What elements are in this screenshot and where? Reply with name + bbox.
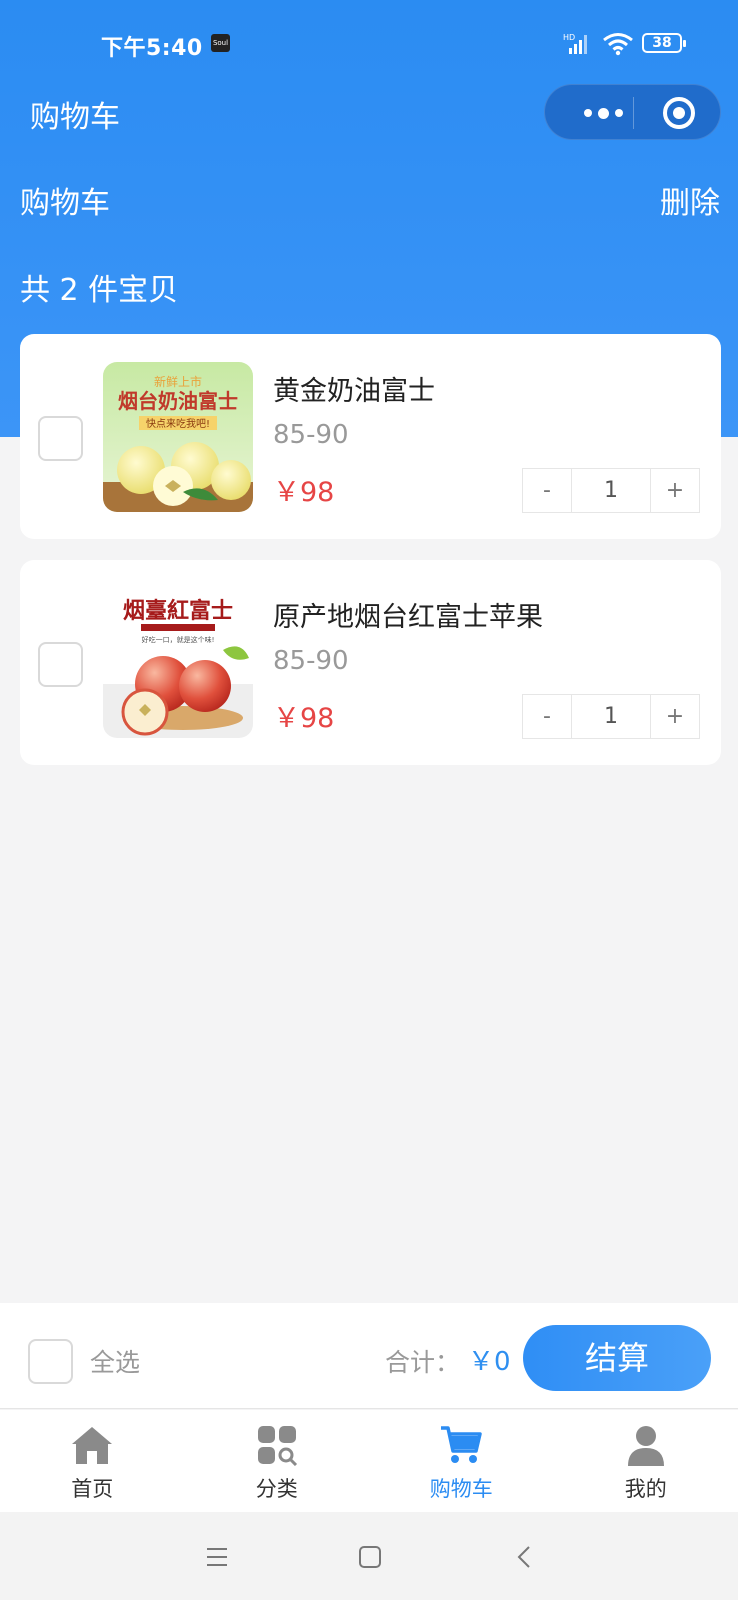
quantity-stepper: - 1 + xyxy=(522,468,700,513)
product-spec: 85-90 xyxy=(273,646,349,676)
close-miniprogram-button[interactable] xyxy=(663,97,695,129)
tab-label: 首页 xyxy=(71,1477,114,1501)
checkout-bar: 全选 合计： ￥0 结算 xyxy=(0,1303,738,1409)
cart-icon xyxy=(441,1426,482,1463)
product-price: ￥98 xyxy=(273,703,335,734)
item-count: 共 2 件宝贝 xyxy=(20,273,179,308)
quantity-input[interactable]: 1 xyxy=(572,695,651,738)
more-options-button[interactable] xyxy=(573,85,633,141)
total-label: 合计： xyxy=(385,1348,461,1377)
increase-button[interactable]: + xyxy=(651,469,699,512)
checkout-button[interactable]: 结算 xyxy=(523,1325,711,1391)
tab-bar: 首页 分类 购物车 我的 xyxy=(0,1410,738,1512)
home-button-icon[interactable] xyxy=(358,1546,382,1568)
product-image[interactable]: 新鲜上市 烟台奶油富士 快点来吃我吧! xyxy=(103,362,253,512)
total-price: ￥0 xyxy=(468,1347,511,1377)
tab-home[interactable]: 首页 xyxy=(0,1410,185,1512)
svg-text:好吃一口，就是这个味!: 好吃一口，就是这个味! xyxy=(142,635,215,644)
capsule-divider xyxy=(633,97,634,129)
cart-item: 烟臺紅富士 好吃一口，就是这个味! 原产地烟台红富士苹果 85-90 ￥98 -… xyxy=(20,560,721,765)
battery-level: 38 xyxy=(652,35,672,51)
product-spec: 85-90 xyxy=(273,420,349,450)
item-checkbox[interactable] xyxy=(38,416,83,461)
tab-label: 分类 xyxy=(255,1477,298,1501)
status-time: 下午5:40 xyxy=(101,36,203,61)
delete-button[interactable]: 删除 xyxy=(660,178,720,222)
decrease-button[interactable]: - xyxy=(523,469,572,512)
quantity-input[interactable]: 1 xyxy=(572,469,651,512)
navbar-title: 购物车 xyxy=(30,100,120,135)
wifi-icon xyxy=(603,33,633,56)
select-all-label[interactable]: 全选 xyxy=(90,1343,140,1379)
tab-label: 购物车 xyxy=(429,1477,493,1501)
navigation-bar: 购物车 xyxy=(0,82,738,142)
product-name[interactable]: 原产地烟台红富士苹果 xyxy=(273,595,543,634)
product-image[interactable]: 烟臺紅富士 好吃一口，就是这个味! xyxy=(103,588,253,738)
capsule-menu xyxy=(544,84,721,140)
svg-text:新鲜上市: 新鲜上市 xyxy=(154,374,202,389)
system-navigation-bar xyxy=(0,1512,738,1600)
home-icon xyxy=(72,1427,113,1464)
menu-icon[interactable] xyxy=(205,1546,229,1568)
select-all-checkbox[interactable] xyxy=(28,1339,73,1384)
category-icon xyxy=(257,1426,297,1466)
tab-category[interactable]: 分类 xyxy=(185,1410,370,1512)
back-icon[interactable] xyxy=(514,1546,538,1568)
svg-text:烟台奶油富士: 烟台奶油富士 xyxy=(118,389,238,413)
signal-icon: HD xyxy=(563,33,587,54)
tab-cart[interactable]: 购物车 xyxy=(369,1410,554,1512)
signal-hd-label: HD xyxy=(563,33,575,42)
svg-text:快点来吃我吧!: 快点来吃我吧! xyxy=(146,417,210,430)
svg-text:烟臺紅富士: 烟臺紅富士 xyxy=(123,598,233,624)
tab-mine[interactable]: 我的 xyxy=(554,1410,738,1512)
cart-title: 购物车 xyxy=(20,186,110,221)
increase-button[interactable]: + xyxy=(651,695,699,738)
cart-item: 新鲜上市 烟台奶油富士 快点来吃我吧! 黄金奶油富士 85-90 ￥98 - 1… xyxy=(20,334,721,539)
cart-header: 购物车 删除 xyxy=(0,178,738,222)
quantity-stepper: - 1 + xyxy=(522,694,700,739)
user-icon xyxy=(627,1426,664,1466)
tab-label: 我的 xyxy=(624,1477,667,1501)
status-bar: 下午5:40 Soul HD 38 xyxy=(0,20,738,66)
decrease-button[interactable]: - xyxy=(523,695,572,738)
app-notification-icon: Soul xyxy=(211,34,230,52)
product-name[interactable]: 黄金奶油富士 xyxy=(273,369,435,408)
item-checkbox[interactable] xyxy=(38,642,83,687)
battery-icon: 38 xyxy=(642,33,686,53)
product-price: ￥98 xyxy=(273,477,335,508)
